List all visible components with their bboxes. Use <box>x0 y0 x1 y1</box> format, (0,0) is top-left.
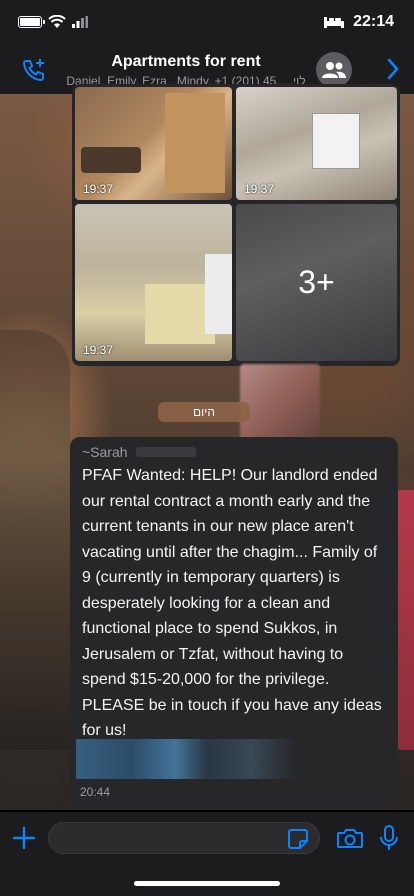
redacted-phone <box>135 447 196 457</box>
sticker-icon[interactable] <box>286 827 310 851</box>
message-sender[interactable]: ~Sarah <box>82 444 386 460</box>
photo-time: 19:37 <box>83 182 114 196</box>
status-bar: 22:14 <box>0 0 414 44</box>
message-bubble[interactable]: ~Sarah PFAF Wanted: HELP! Our landlord e… <box>70 437 398 807</box>
bed-icon <box>324 17 345 28</box>
add-call-icon[interactable] <box>20 56 48 84</box>
message-text: PFAF Wanted: HELP! Our landlord ended ou… <box>82 467 382 739</box>
photo-tile[interactable]: 19:37 <box>75 87 232 200</box>
chat-title: Apartments for rent <box>111 53 261 70</box>
microphone-icon[interactable] <box>378 824 400 852</box>
photo-content <box>81 147 141 173</box>
more-photos-tile[interactable]: 3+ <box>236 204 397 361</box>
message-input[interactable] <box>48 822 320 854</box>
photo-tile[interactable]: 19:37 <box>75 204 232 361</box>
wallpaper-figure <box>0 330 70 750</box>
wifi-icon <box>48 15 66 28</box>
photo-content <box>165 93 225 193</box>
media-album[interactable]: 19:37 19:37 19:37 3+ <box>72 84 400 366</box>
clock-time: 22:14 <box>353 13 394 30</box>
plus-icon[interactable] <box>10 824 38 852</box>
battery-icon <box>18 16 45 28</box>
sender-name: ~Sarah <box>82 444 128 460</box>
message-time: 20:44 <box>80 785 111 799</box>
home-indicator[interactable] <box>134 881 280 886</box>
photo-content <box>312 113 360 169</box>
date-divider: היום <box>158 402 250 422</box>
group-avatar-icon[interactable] <box>316 52 352 88</box>
photo-time: 19:37 <box>244 182 275 196</box>
photo-time: 19:37 <box>83 343 114 357</box>
chat-title-area[interactable]: Apartments for rent Daniel, Emily, Ezra … <box>58 53 314 88</box>
photo-tile[interactable]: 19:37 <box>236 87 397 200</box>
signal-icon <box>72 16 88 28</box>
redacted-content <box>76 739 296 779</box>
more-photos-count: 3+ <box>298 264 335 300</box>
chevron-right-icon[interactable] <box>386 58 400 80</box>
photo-content <box>205 254 232 334</box>
camera-icon[interactable] <box>336 826 364 850</box>
